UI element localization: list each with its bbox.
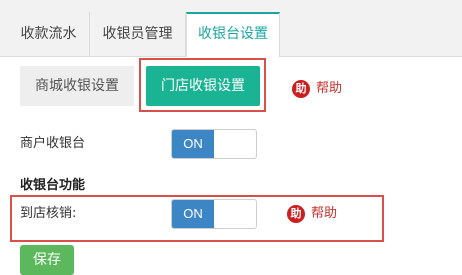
help-label: 帮助 bbox=[311, 206, 338, 221]
tab-cashier-settings[interactable]: 收银台设置 bbox=[186, 12, 280, 57]
help-label: 帮助 bbox=[316, 81, 343, 96]
help-link[interactable]: 助帮助 bbox=[292, 79, 342, 99]
toggle-on-label: ON bbox=[172, 130, 214, 158]
cashier-functions-heading: 收银台功能 bbox=[20, 178, 86, 193]
mall-cashier-settings-button[interactable]: 商城收银设置 bbox=[20, 66, 134, 106]
tab-bar: 收款流水 收银员管理 收银台设置 bbox=[0, 0, 462, 57]
store-verify-toggle[interactable]: ON bbox=[171, 199, 257, 229]
tab-cashier-management[interactable]: 收银员管理 bbox=[90, 12, 186, 56]
store-verify-label: 到店核销: bbox=[20, 206, 77, 221]
save-button[interactable]: 保存 bbox=[20, 245, 74, 275]
help-link[interactable]: 助帮助 bbox=[287, 204, 337, 224]
store-cashier-settings-button[interactable]: 门店收银设置 bbox=[146, 66, 260, 106]
merchant-cashier-label: 商户收银台 bbox=[20, 136, 86, 151]
help-icon: 助 bbox=[287, 205, 305, 223]
toggle-on-label: ON bbox=[172, 200, 214, 228]
tab-payment-flow[interactable]: 收款流水 bbox=[8, 12, 90, 56]
help-icon: 助 bbox=[292, 80, 310, 98]
merchant-cashier-toggle[interactable]: ON bbox=[171, 129, 257, 159]
